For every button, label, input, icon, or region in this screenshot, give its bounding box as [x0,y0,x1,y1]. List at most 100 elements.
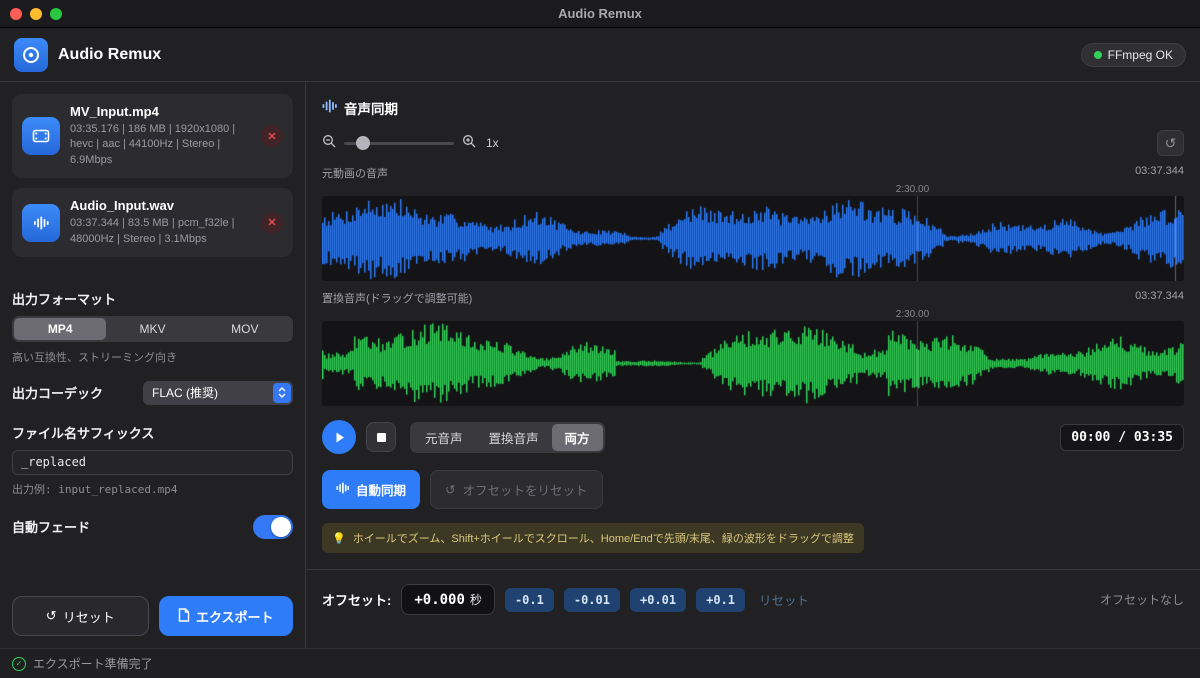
format-option-mov[interactable]: MOV [199,318,291,340]
remove-video-button[interactable]: ✕ [261,125,283,147]
offset-minus-0.1-button[interactable]: -0.1 [505,588,554,612]
zoom-in-icon[interactable] [462,134,476,153]
channel-option-source[interactable]: 元音声 [412,424,476,451]
view-reset-button[interactable]: ↺ [1157,130,1184,156]
replacement-track: 置換音声(ドラッグで調整可能) 03:37.344 2:30.00 [322,290,1184,406]
app-logo-icon [14,38,48,72]
audio-file-card: Audio_Input.wav 03:37.344 | 83.5 MB | pc… [12,188,293,257]
remove-audio-button[interactable]: ✕ [261,212,283,234]
reset-offset-icon: ↺ [445,482,455,497]
app-header: Audio Remux FFmpeg OK [0,28,1200,82]
auto-sync-waveform-icon [336,482,349,497]
app-title: Audio Remux [58,46,161,64]
titlebar: Audio Remux [0,0,1200,28]
format-option-mp4[interactable]: MP4 [14,318,106,340]
video-file-card: MV_Input.mp4 03:35.176 | 186 MB | 1920x1… [12,94,293,178]
offset-value-pill: +0.000 秒 [401,584,495,615]
format-segmented-control: MP4 MKV MOV [12,316,293,342]
window-title: Audio Remux [558,6,642,21]
offset-label: オフセット: [322,590,391,609]
offset-status: オフセットなし [1100,591,1184,608]
status-text: エクスポート準備完了 [33,655,153,672]
check-icon: ✓ [12,657,26,671]
zoom-out-icon[interactable] [322,134,336,153]
output-format-label: 出力フォーマット [12,289,293,308]
tip-bar: 💡 ホイールでズーム、Shift+ホイールでスクロール、Home/Endで先頭/… [322,523,864,553]
offset-value: +0.000 [414,592,465,608]
suffix-label: ファイル名サフィックス [12,423,293,442]
ffmpeg-status-label: FFmpeg OK [1108,48,1173,62]
audio-file-meta: Audio_Input.wav 03:37.344 | 83.5 MB | pc… [70,198,251,247]
ffmpeg-status-badge: FFmpeg OK [1081,43,1186,67]
replacement-waveform[interactable] [322,321,1184,406]
channel-segmented-control: 元音声 置換音声 両方 [410,422,605,453]
minimize-window-button[interactable] [30,8,42,20]
auto-fade-label: 自動フェード [12,517,90,536]
suffix-input[interactable] [12,450,293,475]
replacement-track-label: 置換音声(ドラッグで調整可能) [322,290,472,306]
audio-file-name: Audio_Input.wav [70,198,251,213]
codec-selected-value: FLAC (推奨) [152,384,271,401]
source-track-ruler: 2:30.00 [322,181,1184,196]
offset-plus-0.01-button[interactable]: +0.01 [630,588,686,612]
format-option-mkv[interactable]: MKV [106,318,198,340]
close-window-button[interactable] [10,8,22,20]
reset-all-button[interactable]: ↺ リセット [12,596,149,636]
offset-plus-0.1-button[interactable]: +0.1 [696,588,745,612]
sync-panel: 音声同期 1x ↺ 元動画の音声 03:37.344 [306,82,1200,648]
reset-all-label: リセット [63,607,115,626]
time-display: 00:00 / 03:35 [1060,424,1184,451]
traffic-lights [10,0,62,27]
zoom-slider-thumb[interactable] [356,136,370,150]
lightbulb-icon: 💡 [332,532,346,545]
replacement-ruler-tick: 2:30.00 [896,309,929,320]
source-waveform[interactable] [322,196,1184,281]
offset-minus-0.01-button[interactable]: -0.01 [564,588,620,612]
tip-text: ホイールでズーム、Shift+ホイールでスクロール、Home/Endで先頭/末尾… [353,530,854,546]
format-hint: 高い互換性、ストリーミング向き [12,349,293,365]
ffmpeg-ok-dot-icon [1094,51,1102,59]
app-window: Audio Remux Audio Remux FFmpeg OK MV_Inp… [0,0,1200,678]
offset-reset-link[interactable]: リセット [759,590,809,609]
auto-fade-toggle[interactable] [253,515,293,539]
reset-icon: ↺ [46,608,57,624]
chevron-up-down-icon [273,383,291,403]
divider [306,569,1200,570]
channel-option-replacement[interactable]: 置換音声 [476,424,552,451]
codec-label: 出力コーデック [12,383,103,402]
audio-file-details: 03:37.344 | 83.5 MB | pcm_f32le | 48000H… [70,216,251,247]
source-track: 元動画の音声 03:37.344 2:30.00 [322,165,1184,281]
video-file-name: MV_Input.mp4 [70,104,251,119]
codec-select[interactable]: FLAC (推奨) [143,381,293,405]
source-track-label: 元動画の音声 [322,165,388,181]
waveform-icon [322,99,337,118]
zoom-slider[interactable] [344,142,454,145]
export-file-icon [178,608,190,625]
replacement-track-ruler: 2:30.00 [322,306,1184,321]
video-file-icon [22,117,60,155]
sync-title: 音声同期 [344,98,398,118]
export-label: エクスポート [196,607,274,626]
statusbar: ✓ エクスポート準備完了 [0,648,1200,678]
offset-unit: 秒 [470,591,482,608]
auto-sync-label: 自動同期 [356,480,406,499]
zoom-level: 1x [486,136,499,150]
zoom-window-button[interactable] [50,8,62,20]
replacement-track-duration: 03:37.344 [1135,290,1184,306]
play-button[interactable] [322,420,356,454]
video-file-meta: MV_Input.mp4 03:35.176 | 186 MB | 1920x1… [70,104,251,168]
toggle-knob [271,517,291,537]
video-file-details: 03:35.176 | 186 MB | 1920x1080 | hevc | … [70,122,251,168]
stop-icon [377,433,386,442]
source-track-duration: 03:37.344 [1135,165,1184,181]
export-button[interactable]: エクスポート [159,596,294,636]
reset-offset-button[interactable]: ↺ オフセットをリセット [430,470,603,509]
audio-file-icon [22,204,60,242]
source-ruler-tick: 2:30.00 [896,184,929,195]
stop-button[interactable] [366,422,396,452]
output-example: 出力例: input_replaced.mp4 [12,481,293,497]
reset-offset-label: オフセットをリセット [463,480,588,499]
channel-option-both[interactable]: 両方 [552,424,603,451]
auto-sync-button[interactable]: 自動同期 [322,470,420,509]
sidebar: MV_Input.mp4 03:35.176 | 186 MB | 1920x1… [0,82,306,648]
